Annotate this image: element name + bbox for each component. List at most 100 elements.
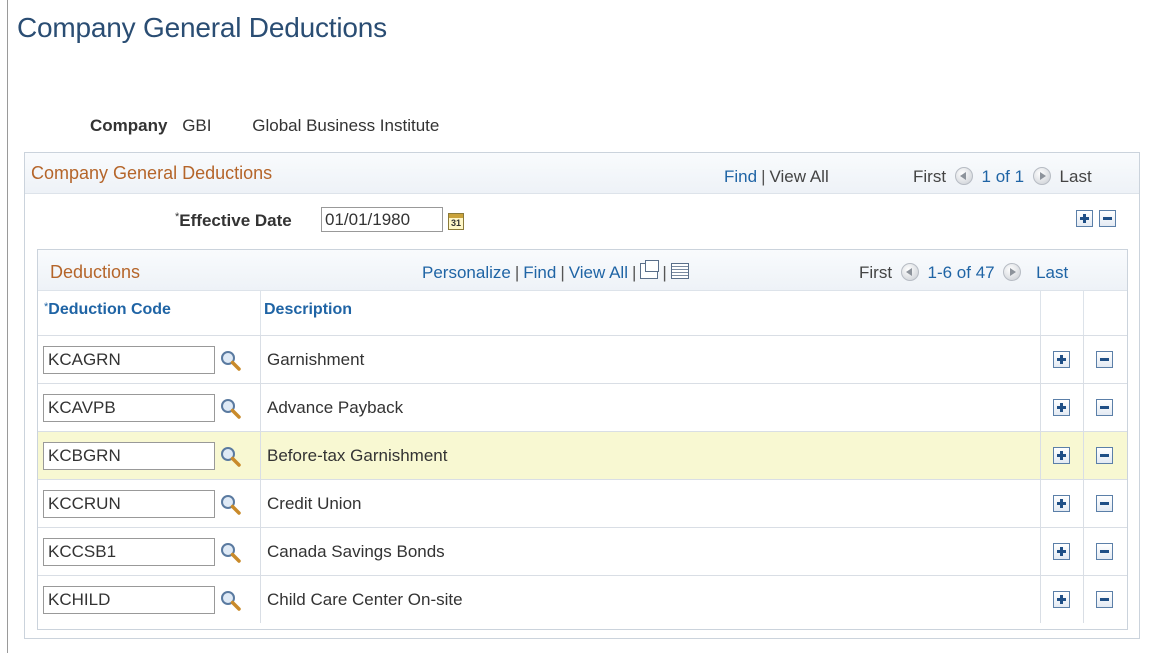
- effective-date-label: *Effective Date: [175, 211, 292, 230]
- deductions-grid: Deductions Personalize | Find | View All | | F…: [37, 249, 1128, 630]
- deduction-code-field[interactable]: [43, 442, 215, 470]
- code-cell: [38, 480, 261, 527]
- add-row-button[interactable]: [1053, 447, 1070, 464]
- add-cell: [1041, 528, 1084, 575]
- grid-header: Deductions Personalize | Find | View All | | F…: [38, 250, 1127, 291]
- delete-row-button[interactable]: [1096, 399, 1113, 416]
- grid-pagination: First 1-6 of 47 Last: [859, 263, 1068, 283]
- deduction-code-field[interactable]: [43, 394, 215, 422]
- grid-find-link[interactable]: Find: [523, 263, 556, 282]
- add-cell: [1041, 384, 1084, 431]
- add-cell: [1041, 336, 1084, 383]
- code-cell: [38, 336, 261, 383]
- grid-first-label: First: [859, 263, 893, 282]
- calendar-icon[interactable]: 31: [448, 213, 464, 230]
- delete-row-button[interactable]: [1096, 495, 1113, 512]
- delete-cell: [1084, 528, 1127, 575]
- delete-cell: [1084, 432, 1127, 479]
- add-cell: [1041, 432, 1084, 479]
- arrow-left-icon[interactable]: [900, 263, 919, 281]
- delete-cell: [1084, 576, 1127, 623]
- deduction-code-field[interactable]: [43, 346, 215, 374]
- code-cell: [38, 384, 261, 431]
- description-cell: Before-tax Garnishment: [261, 432, 1041, 479]
- last-label: Last: [1059, 167, 1092, 186]
- add-row-button[interactable]: [1053, 543, 1070, 560]
- new-window-icon[interactable]: [640, 260, 660, 279]
- magnifying-glass-icon[interactable]: [219, 445, 241, 467]
- delete-row-button[interactable]: [1096, 591, 1113, 608]
- table-row: Child Care Center On-site: [38, 575, 1127, 623]
- company-info: Company GBI Global Business Institute: [90, 116, 439, 136]
- deduction-code-field[interactable]: [43, 490, 215, 518]
- add-row-button[interactable]: [1053, 399, 1070, 416]
- grid-view-all-link[interactable]: View All: [569, 263, 628, 282]
- effective-dated-section: Company General Deductions Find | View All…: [24, 152, 1140, 639]
- description-cell: Advance Payback: [261, 384, 1041, 431]
- code-cell: [38, 432, 261, 479]
- arrow-right-icon[interactable]: [1003, 263, 1022, 281]
- description-cell: Credit Union: [261, 480, 1041, 527]
- deduction-code-field[interactable]: [43, 586, 215, 614]
- column-header-add: [1041, 291, 1084, 335]
- description-cell: Garnishment: [261, 336, 1041, 383]
- delete-cell: [1084, 336, 1127, 383]
- table-row: Garnishment: [38, 335, 1127, 383]
- code-cell: [38, 528, 261, 575]
- section-title: Company General Deductions: [31, 163, 273, 183]
- magnifying-glass-icon[interactable]: [219, 349, 241, 371]
- company-code: GBI: [182, 116, 212, 135]
- arrow-left-icon[interactable]: [954, 167, 973, 185]
- view-all-link[interactable]: View All: [770, 167, 829, 186]
- delete-row-button[interactable]: [1099, 210, 1116, 227]
- section-pagination: First 1 of 1 Last: [913, 167, 1092, 187]
- row-range: 1 of 1: [981, 167, 1025, 186]
- table-row: Canada Savings Bonds: [38, 527, 1127, 575]
- add-row-button[interactable]: [1053, 591, 1070, 608]
- column-header-description[interactable]: Description: [261, 291, 1041, 335]
- effective-date-field[interactable]: [321, 207, 443, 232]
- find-link[interactable]: Find: [724, 167, 757, 186]
- deduction-description: Credit Union: [267, 494, 362, 513]
- deduction-description: Before-tax Garnishment: [267, 446, 448, 465]
- page-left-border: [7, 0, 8, 653]
- deduction-description: Garnishment: [267, 350, 365, 369]
- magnifying-glass-icon[interactable]: [219, 589, 241, 611]
- deduction-description: Canada Savings Bonds: [267, 542, 445, 561]
- add-cell: [1041, 576, 1084, 623]
- grid-last-link[interactable]: Last: [1036, 263, 1068, 282]
- description-cell: Child Care Center On-site: [261, 576, 1041, 623]
- personalize-link[interactable]: Personalize: [422, 263, 511, 282]
- table-row: Before-tax Garnishment: [38, 431, 1127, 479]
- grid-title: Deductions: [50, 262, 141, 282]
- column-header-delete: [1084, 291, 1127, 335]
- magnifying-glass-icon[interactable]: [219, 493, 241, 515]
- page-title: Company General Deductions: [17, 12, 387, 43]
- first-label: First: [913, 167, 947, 186]
- table-row: Advance Payback: [38, 383, 1127, 431]
- magnifying-glass-icon[interactable]: [219, 541, 241, 563]
- column-header-deduction-code[interactable]: *Deduction Code: [38, 291, 261, 335]
- delete-row-button[interactable]: [1096, 447, 1113, 464]
- add-cell: [1041, 480, 1084, 527]
- table-row: Credit Union: [38, 479, 1127, 527]
- magnifying-glass-icon[interactable]: [219, 397, 241, 419]
- delete-row-button[interactable]: [1096, 543, 1113, 560]
- description-cell: Canada Savings Bonds: [261, 528, 1041, 575]
- deduction-code-field[interactable]: [43, 538, 215, 566]
- deduction-description: Advance Payback: [267, 398, 404, 417]
- company-name: Global Business Institute: [252, 116, 440, 135]
- add-row-button[interactable]: [1053, 495, 1070, 512]
- add-row-button[interactable]: [1053, 351, 1070, 368]
- delete-cell: [1084, 384, 1127, 431]
- section-header: Company General Deductions Find | View All…: [25, 153, 1139, 194]
- delete-row-button[interactable]: [1096, 351, 1113, 368]
- download-grid-icon[interactable]: [670, 263, 689, 279]
- arrow-right-icon[interactable]: [1032, 167, 1051, 185]
- add-row-button[interactable]: [1076, 210, 1093, 227]
- grid-toolbar: Personalize | Find | View All | |: [422, 260, 689, 283]
- section-links: Find | View All: [724, 167, 829, 186]
- grid-row-range: 1-6 of 47: [927, 263, 995, 282]
- deduction-description: Child Care Center On-site: [267, 590, 463, 609]
- delete-cell: [1084, 480, 1127, 527]
